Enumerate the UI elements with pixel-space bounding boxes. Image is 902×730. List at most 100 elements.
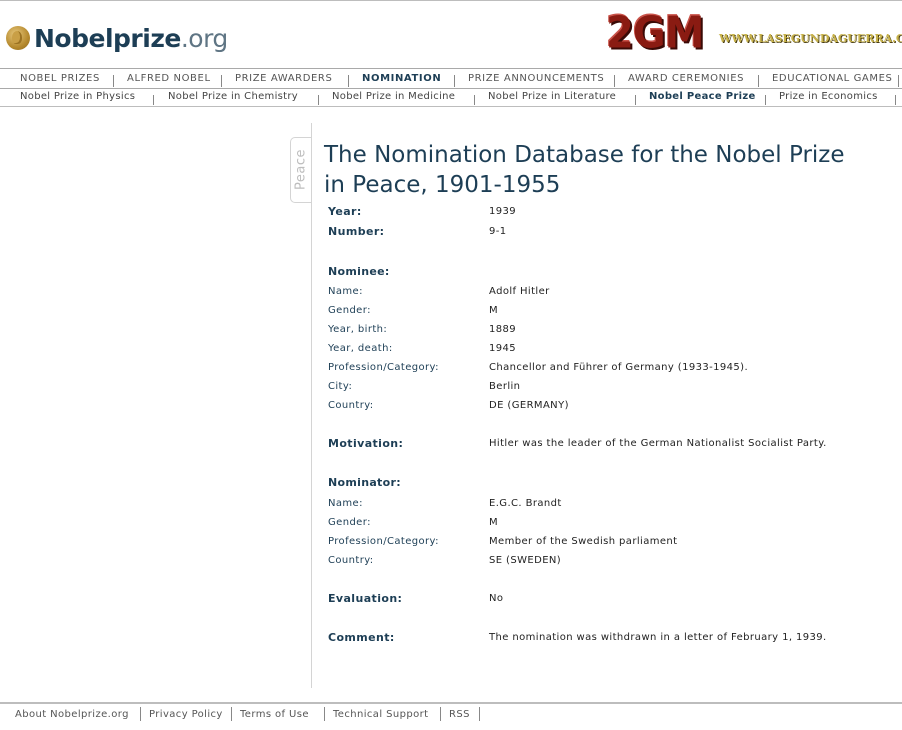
watermark-badge: 2GM bbox=[606, 7, 704, 59]
nominee-heading: Nominee: bbox=[328, 265, 390, 278]
nominator-profession-row: Profession/Category: Member of the Swedi… bbox=[328, 534, 888, 550]
subnav-separator bbox=[765, 95, 766, 105]
subnav-separator bbox=[318, 95, 319, 105]
footer-separator bbox=[440, 707, 441, 721]
field-label: Year, birth: bbox=[328, 324, 388, 335]
field-value: DE (GERMANY) bbox=[489, 400, 569, 411]
nav-separator bbox=[113, 75, 114, 87]
field-label: Profession/Category: bbox=[328, 536, 439, 547]
footer-separator bbox=[231, 707, 232, 721]
nominee-profession-row: Profession/Category: Chancellor and Führ… bbox=[328, 360, 888, 376]
side-tab-label: Peace bbox=[293, 149, 309, 190]
footer-rss-link[interactable]: RSS bbox=[449, 709, 470, 720]
number-label: Number: bbox=[328, 225, 385, 238]
footer-privacy-link[interactable]: Privacy Policy bbox=[149, 709, 223, 720]
page-title-line-2: in Peace, 1901-1955 bbox=[324, 172, 561, 198]
nominee-death-row: Year, death: 1945 bbox=[328, 341, 888, 357]
subnav-peace[interactable]: Nobel Peace Prize bbox=[649, 88, 756, 106]
nobel-medal-icon bbox=[6, 26, 30, 50]
footer: About Nobelprize.org Privacy Policy Term… bbox=[0, 702, 902, 730]
page-title-line-1: The Nomination Database for the Nobel Pr… bbox=[324, 142, 845, 168]
subnav-chemistry[interactable]: Nobel Prize in Chemistry bbox=[168, 88, 298, 106]
subnav-separator bbox=[153, 95, 154, 105]
number-value: 9-1 bbox=[489, 226, 507, 237]
subnav-medicine[interactable]: Nobel Prize in Medicine bbox=[332, 88, 455, 106]
subnav-separator bbox=[895, 95, 896, 105]
nominee-country-row: Country: DE (GERMANY) bbox=[328, 398, 888, 414]
nav-award-ceremonies[interactable]: AWARD CEREMONIES bbox=[628, 69, 744, 88]
field-value: SE (SWEDEN) bbox=[489, 555, 562, 566]
footer-separator bbox=[324, 707, 325, 721]
site-logo-text: Nobelprize.org bbox=[34, 24, 228, 53]
field-value: 1889 bbox=[489, 324, 517, 335]
field-label: Country: bbox=[328, 400, 374, 411]
nav-prize-awarders[interactable]: PRIZE AWARDERS bbox=[235, 69, 332, 88]
nominator-country-row: Country: SE (SWEDEN) bbox=[328, 553, 888, 569]
top-border bbox=[0, 0, 902, 1]
side-tab-peace[interactable]: Peace bbox=[290, 137, 311, 203]
evaluation-row: Evaluation: No bbox=[328, 591, 888, 607]
evaluation-value: No bbox=[489, 593, 504, 604]
evaluation-label: Evaluation: bbox=[328, 592, 403, 605]
subnav-separator bbox=[635, 95, 636, 105]
field-label: Gender: bbox=[328, 517, 371, 528]
nominator-name-row: Name: E.G.C. Brandt bbox=[328, 496, 888, 512]
nav-separator bbox=[758, 75, 759, 87]
nav-separator bbox=[221, 75, 222, 87]
logo-name: Nobelprize bbox=[34, 23, 181, 53]
field-label: Year, death: bbox=[328, 343, 393, 354]
field-value: M bbox=[489, 305, 499, 316]
subnav-physics[interactable]: Nobel Prize in Physics bbox=[20, 88, 135, 106]
field-label: Profession/Category: bbox=[328, 362, 439, 373]
subnav-economics[interactable]: Prize in Economics bbox=[779, 88, 878, 106]
record-year-row: Year: 1939 bbox=[328, 204, 888, 220]
subnav-literature[interactable]: Nobel Prize in Literature bbox=[488, 88, 616, 106]
watermark-url: WWW.LASEGUNDAGUERRA.COM bbox=[719, 32, 902, 45]
field-value: E.G.C. Brandt bbox=[489, 498, 562, 509]
record-number-row: Number: 9-1 bbox=[328, 224, 888, 240]
field-value: Member of the Swedish parliament bbox=[489, 536, 678, 547]
year-label: Year: bbox=[328, 205, 362, 218]
footer-support-link[interactable]: Technical Support bbox=[333, 709, 428, 720]
field-value: Chancellor and Führer of Germany (1933-1… bbox=[489, 362, 749, 373]
motivation-value: Hitler was the leader of the German Nati… bbox=[489, 438, 827, 449]
nominator-heading: Nominator: bbox=[328, 476, 401, 489]
nominee-birth-row: Year, birth: 1889 bbox=[328, 322, 888, 338]
comment-row: Comment: The nomination was withdrawn in… bbox=[328, 630, 888, 646]
main-navigation: NOBEL PRIZES ALFRED NOBEL PRIZE AWARDERS… bbox=[0, 68, 902, 89]
field-value: Adolf Hitler bbox=[489, 286, 550, 297]
nominator-gender-row: Gender: M bbox=[328, 515, 888, 531]
field-value: 1945 bbox=[489, 343, 517, 354]
site-logo[interactable]: Nobelprize.org bbox=[6, 24, 228, 53]
field-label: Name: bbox=[328, 286, 363, 297]
nav-separator bbox=[898, 75, 899, 87]
nav-educational-games[interactable]: EDUCATIONAL GAMES bbox=[772, 69, 892, 88]
year-value: 1939 bbox=[489, 206, 517, 217]
nav-separator bbox=[348, 75, 349, 87]
nominee-name-row: Name: Adolf Hitler bbox=[328, 284, 888, 300]
nav-alfred-nobel[interactable]: ALFRED NOBEL bbox=[127, 69, 211, 88]
nav-nomination[interactable]: NOMINATION bbox=[362, 69, 441, 88]
comment-value: The nomination was withdrawn in a letter… bbox=[489, 632, 827, 643]
field-label: Country: bbox=[328, 555, 374, 566]
nav-prize-announcements[interactable]: PRIZE ANNOUNCEMENTS bbox=[468, 69, 604, 88]
footer-about-link[interactable]: About Nobelprize.org bbox=[15, 709, 129, 720]
footer-separator bbox=[140, 707, 141, 721]
footer-separator bbox=[479, 707, 480, 721]
motivation-label: Motivation: bbox=[328, 437, 404, 450]
field-label: Name: bbox=[328, 498, 363, 509]
nav-separator bbox=[614, 75, 615, 87]
subnav-separator bbox=[474, 95, 475, 105]
nav-nobel-prizes[interactable]: NOBEL PRIZES bbox=[20, 69, 100, 88]
comment-label: Comment: bbox=[328, 631, 395, 644]
footer-terms-link[interactable]: Terms of Use bbox=[240, 709, 309, 720]
nominee-gender-row: Gender: M bbox=[328, 303, 888, 319]
page-title: The Nomination Database for the Nobel Pr… bbox=[324, 140, 864, 200]
nav-separator bbox=[454, 75, 455, 87]
logo-suffix: .org bbox=[180, 23, 228, 53]
field-value: Berlin bbox=[489, 381, 521, 392]
field-value: M bbox=[489, 517, 499, 528]
field-label: Gender: bbox=[328, 305, 371, 316]
field-label: City: bbox=[328, 381, 353, 392]
nominee-city-row: City: Berlin bbox=[328, 379, 888, 395]
